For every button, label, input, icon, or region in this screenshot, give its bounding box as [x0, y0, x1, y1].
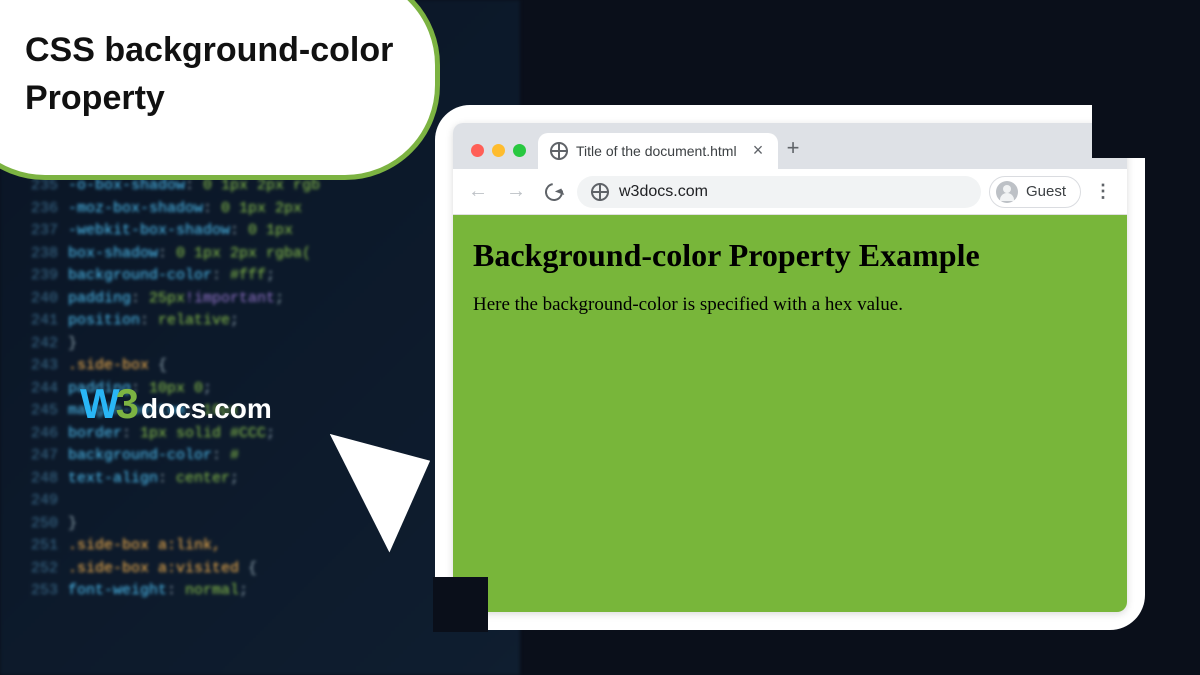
title-bubble: CSS background-color Property	[0, 0, 440, 180]
corner-decoration	[433, 577, 488, 632]
page-content: Background-color Property Example Here t…	[453, 215, 1127, 612]
example-paragraph: Here the background-color is specified w…	[473, 294, 1107, 316]
browser-window: Title of the document.html × + ← → w3doc…	[453, 123, 1127, 612]
address-bar[interactable]: w3docs.com	[577, 176, 981, 208]
close-window-icon[interactable]	[471, 144, 484, 157]
logo-text: docs.com	[141, 393, 272, 425]
page-title: CSS background-color Property	[25, 27, 435, 122]
back-button[interactable]: ←	[463, 177, 493, 207]
tab-bar: Title of the document.html × +	[453, 123, 1127, 169]
forward-button[interactable]: →	[501, 177, 531, 207]
logo-w: W	[80, 380, 118, 428]
avatar-icon	[996, 181, 1018, 203]
browser-mockup-frame: Title of the document.html × + ← → w3doc…	[435, 105, 1145, 630]
logo-3: 3	[116, 380, 139, 428]
traffic-lights	[465, 144, 538, 169]
reload-icon	[541, 179, 566, 204]
reload-button[interactable]	[539, 177, 569, 207]
globe-icon	[550, 142, 568, 160]
corner-decoration	[1092, 103, 1147, 158]
browser-toolbar: ← → w3docs.com Guest ⋮	[453, 169, 1127, 215]
profile-button[interactable]: Guest	[989, 176, 1081, 208]
url-text: w3docs.com	[619, 183, 708, 201]
globe-icon	[591, 183, 609, 201]
minimize-window-icon[interactable]	[492, 144, 505, 157]
example-heading: Background-color Property Example	[473, 237, 1107, 274]
new-tab-button[interactable]: +	[778, 135, 808, 169]
w3docs-logo: W 3 docs.com	[80, 380, 272, 428]
browser-menu-button[interactable]: ⋮	[1089, 181, 1117, 202]
tab-close-icon[interactable]: ×	[750, 143, 766, 159]
maximize-window-icon[interactable]	[513, 144, 526, 157]
browser-tab[interactable]: Title of the document.html ×	[538, 133, 778, 169]
tab-title: Title of the document.html	[576, 143, 737, 159]
guest-label: Guest	[1026, 183, 1066, 200]
